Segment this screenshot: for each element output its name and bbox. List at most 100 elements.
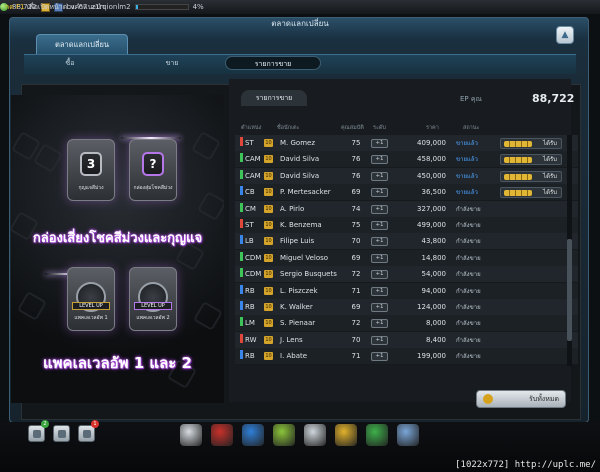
position-color-bar: [240, 251, 243, 261]
trophy-icon[interactable]: [335, 424, 357, 446]
table-row[interactable]: CDM 10 Sergio Busquets 72 +1 54,000 กำลังขาย: [235, 266, 578, 284]
position-label: RW: [245, 335, 257, 344]
status: ขายแล้ว: [456, 156, 478, 164]
purple-key-card: 3 กุญแจสีม่วง: [67, 139, 115, 201]
position-cell: RW: [240, 332, 257, 349]
receive-button[interactable]: ได้รับ: [500, 154, 562, 166]
receive-button[interactable]: ได้รับ: [500, 138, 562, 149]
subtab-sell[interactable]: ขาย: [140, 56, 204, 70]
status: กำลังขาย: [456, 320, 481, 328]
table-row[interactable]: CAM 10 David Silva 76 +1 458,000 ขายแล้ว ได้รับ: [235, 151, 578, 169]
price: 8,400: [425, 335, 446, 344]
enhance-level: +1: [371, 237, 388, 247]
tab-market[interactable]: ตลาดแลกเปลี่ยน: [36, 34, 128, 54]
table-row[interactable]: RB 10 K. Walker 69 +1 124,000 กำลังขาย: [235, 299, 578, 316]
table-row[interactable]: ST 10 K. Benzema 75 +1 499,000 กำลังขาย: [235, 217, 578, 234]
season-card-icon: 10: [264, 352, 273, 361]
season-card-icon: 10: [264, 155, 273, 164]
status: ขายแล้ว: [456, 140, 478, 147]
clipboard-icon[interactable]: [304, 424, 326, 446]
mail-button[interactable]: 1: [78, 420, 99, 442]
coin-shop-icon[interactable]: [366, 424, 388, 446]
card-label: กุญแจสีม่วง: [78, 185, 104, 191]
boots-icon[interactable]: [242, 424, 264, 446]
whistle-icon[interactable]: [180, 424, 202, 446]
position-label: CM: [245, 204, 256, 213]
coins-icon: [504, 190, 532, 197]
price: 14,800: [421, 253, 447, 262]
chat-button[interactable]: [53, 425, 70, 442]
ball-icon[interactable]: [211, 424, 233, 446]
season-card-icon: 10: [264, 139, 273, 147]
receive-label: ได้รับ: [543, 140, 557, 147]
position-color-bar: [240, 350, 243, 360]
position-label: RB: [245, 286, 255, 295]
subtab-buy[interactable]: ซื้อ: [38, 56, 102, 70]
table-row[interactable]: CDM 10 Miguel Veloso 69 +1 14,800 กำลังขาย: [235, 249, 578, 267]
table-row[interactable]: LB 10 Filipe Luis 70 +1 43,800 กำลังขาย: [235, 233, 578, 251]
promo-headline-2: แพคเลเวลอัพ 1 และ 2: [42, 354, 192, 372]
receive-label: ได้รับ: [543, 172, 557, 180]
card-band: LEVEL UP: [72, 302, 110, 310]
table-row[interactable]: RW 10 J. Lens 70 +1 8,400 กำลังขาย: [235, 331, 578, 349]
price: 8,000: [425, 319, 446, 328]
promo-banner[interactable]: 3 กุญแจสีม่วง ? กล่องสุ่มโชคสีม่วง กล่อง…: [11, 95, 224, 403]
coins-icon: [504, 141, 532, 147]
season-card-icon: 10: [264, 237, 273, 246]
scrollbar-thumb[interactable]: [567, 239, 572, 341]
table-scrollbar[interactable]: [567, 135, 572, 366]
position-cell: CAM: [240, 151, 261, 168]
mail-icon: [83, 430, 91, 438]
position-label: LM: [245, 319, 255, 328]
hint-text: เพื่อเปิดหน้าต่างคำแนะนำ: [24, 3, 105, 11]
player-ovr: 72: [351, 270, 361, 279]
cone-icon[interactable]: [273, 424, 295, 446]
position-cell: LB: [240, 233, 254, 250]
table-row[interactable]: CAM 10 David Silva 76 +1 450,000 ขายแล้ว ได้รับ: [235, 167, 578, 185]
position-cell: LM: [240, 315, 255, 332]
exp-progress-label: 4%: [192, 3, 204, 11]
table-row[interactable]: CB 10 P. Mertesacker 69 +1 36,500 ขายแล้ว ได้รั…: [235, 184, 578, 202]
player-name: Sergio Busquets: [280, 270, 337, 279]
position-label: ST: [245, 221, 254, 229]
table-row[interactable]: RB 10 L. Piszczek 71 +1 94,000 กำลังขาย: [235, 282, 578, 300]
player-ovr: 76: [351, 155, 361, 164]
player-name: Miguel Veloso: [280, 253, 329, 262]
ep-label: EP คุณ: [460, 95, 483, 103]
price: 450,000: [417, 171, 446, 180]
player-ovr: 69: [351, 303, 361, 311]
top-status-bar: กด F1 เพื่อเปิดหน้าต่างคำแนะนำ 88,722 Lv…: [0, 0, 600, 14]
collect-all-button[interactable]: รับทั้งหมด: [476, 390, 566, 408]
position-cell: RB: [240, 283, 255, 300]
subtab-sell-list[interactable]: รายการขาย: [225, 56, 321, 70]
position-label: CAM: [245, 155, 261, 164]
player-ovr: 69: [351, 188, 361, 197]
coins-icon: [504, 157, 532, 164]
table-row[interactable]: RB 10 I. Abate 71 +1 199,000 กำลังขาย: [235, 348, 578, 366]
status: กำลังขาย: [456, 205, 481, 213]
collect-all-label: รับทั้งหมด: [528, 395, 559, 403]
table-row[interactable]: LM 10 S. Pienaar 72 +1 8,000 กำลังขาย: [235, 315, 578, 333]
status: กำลังขาย: [456, 222, 481, 229]
enhance-level: +1: [371, 319, 388, 329]
receive-button[interactable]: ได้รับ: [500, 170, 562, 182]
player-name: J. Lens: [280, 335, 303, 344]
table-row[interactable]: ST 10 M. Gomez 75 +1 409,000 ขายแล้ว ได้รับ: [235, 135, 578, 152]
friends-button[interactable]: 2: [28, 420, 49, 442]
panel-tab-sell-list[interactable]: รายการขาย: [241, 90, 307, 106]
card-label: กล่องสุ่มโชคสีม่วง: [133, 185, 173, 191]
status: ขายแล้ว: [456, 189, 478, 197]
window-close-button[interactable]: ▲: [556, 26, 574, 44]
receive-button[interactable]: ได้รับ: [500, 187, 562, 199]
price: 409,000: [417, 139, 446, 147]
level-up-pack-1-card: LEVEL UP แพคเลเวลอัพ 1: [67, 267, 115, 331]
table-row[interactable]: CM 10 A. Pirlo 74 +1 327,000 กำลังขาย: [235, 200, 578, 218]
enhance-level: +1: [371, 188, 388, 198]
price: 124,000: [417, 303, 446, 311]
notification-badge: 1: [91, 420, 99, 428]
enhance-level: +1: [371, 171, 388, 181]
col-ovr: คุณสมบัติ: [341, 125, 364, 131]
position-label: CDM: [245, 253, 262, 262]
cart-icon[interactable]: [397, 424, 419, 446]
status: กำลังขาย: [456, 304, 481, 311]
